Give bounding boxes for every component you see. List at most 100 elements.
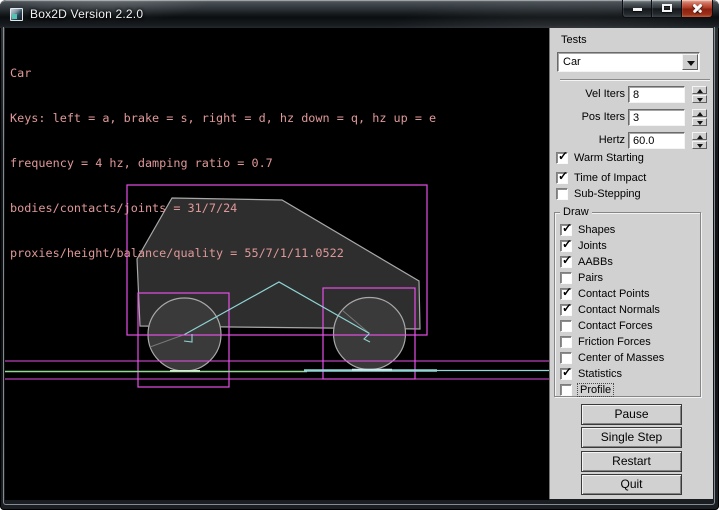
window-title: Box2D Version 2.2.0 xyxy=(30,7,143,21)
checkbox-box[interactable]: ✓ xyxy=(560,272,572,284)
checkbox-box[interactable]: ✓ xyxy=(560,304,572,316)
debug-text-overlay: Car Keys: left = a, brake = s, right = d… xyxy=(10,36,436,291)
vel-iters-row: Vel Iters 8 xyxy=(550,86,714,103)
hud-test-name: Car xyxy=(10,66,436,81)
restart-button[interactable]: Restart xyxy=(581,451,682,472)
checkbox-label: Contact Normals xyxy=(578,304,660,316)
titlebar[interactable]: Box2D Version 2.2.0 xyxy=(0,0,719,28)
check-icon: ✓ xyxy=(562,366,572,378)
check-icon: ✓ xyxy=(562,286,572,298)
checkbox-label: Joints xyxy=(578,240,607,252)
step-up-button[interactable] xyxy=(692,109,707,117)
checkbox-warm-starting[interactable]: ✓ Warm Starting xyxy=(556,151,644,164)
checkbox-box[interactable]: ✓ xyxy=(560,352,572,364)
tests-label: Tests xyxy=(561,34,587,46)
pause-button[interactable]: Pause xyxy=(581,404,682,425)
checkbox-pairs[interactable]: ✓ Pairs xyxy=(560,271,603,284)
checkbox-friction-forces[interactable]: ✓ Friction Forces xyxy=(560,335,651,348)
checkbox-aabbs[interactable]: ✓ AABBs xyxy=(560,255,613,268)
down-arrow-icon xyxy=(697,144,703,148)
pos-iters-stepper xyxy=(692,109,707,126)
checkbox-time-of-impact[interactable]: ✓ Time of Impact xyxy=(556,171,646,184)
close-icon xyxy=(691,7,704,10)
step-up-button[interactable] xyxy=(692,86,707,94)
check-icon: ✓ xyxy=(562,238,572,250)
step-down-button[interactable] xyxy=(692,118,707,126)
check-icon: ✓ xyxy=(558,170,568,182)
checkbox-sub-stepping[interactable]: ✓ Sub-Stepping xyxy=(556,187,641,200)
down-arrow-icon xyxy=(697,98,703,102)
checkbox-label: Shapes xyxy=(578,224,615,236)
step-up-button[interactable] xyxy=(692,132,707,140)
checkbox-label: Time of Impact xyxy=(574,172,646,184)
checkbox-box[interactable]: ✓ xyxy=(560,368,572,380)
checkbox-label: Center of Masses xyxy=(578,352,664,364)
test-select-dropdown[interactable]: Car xyxy=(557,52,700,72)
checkbox-label: Sub-Stepping xyxy=(574,188,641,200)
checkbox-contact-points[interactable]: ✓ Contact Points xyxy=(560,287,650,300)
checkbox-box[interactable]: ✓ xyxy=(560,256,572,268)
maximize-icon xyxy=(662,4,672,12)
down-arrow-icon xyxy=(697,121,703,125)
checkbox-label: Warm Starting xyxy=(574,152,644,164)
test-select-value: Car xyxy=(563,56,581,68)
pos-iters-input[interactable]: 3 xyxy=(628,109,685,126)
minimize-button[interactable] xyxy=(622,0,652,18)
pos-iters-row: Pos Iters 3 xyxy=(550,109,714,126)
checkbox-joints[interactable]: ✓ Joints xyxy=(560,239,607,252)
chevron-down-icon xyxy=(687,61,695,66)
control-panel: Tests Car Vel Iters 8 Pos Iters 3 xyxy=(549,28,713,499)
checkbox-label: Contact Points xyxy=(578,288,650,300)
checkbox-label: Pairs xyxy=(578,272,603,284)
checkbox-contact-normals[interactable]: ✓ Contact Normals xyxy=(560,303,660,316)
hud-body-stats: bodies/contacts/joints = 31/7/24 xyxy=(10,201,436,216)
vel-iters-label: Vel Iters xyxy=(550,86,625,103)
vel-iters-input[interactable]: 8 xyxy=(628,86,685,103)
pos-iters-label: Pos Iters xyxy=(550,109,625,126)
checkbox-box[interactable]: ✓ xyxy=(560,336,572,348)
checkbox-box[interactable]: ✓ xyxy=(560,288,572,300)
checkbox-box[interactable]: ✓ xyxy=(556,188,568,200)
vel-iters-stepper xyxy=(692,86,707,103)
check-icon: ✓ xyxy=(558,150,568,162)
close-button[interactable] xyxy=(682,0,713,18)
minimize-icon xyxy=(633,8,642,11)
simulation-canvas[interactable]: Car Keys: left = a, brake = s, right = d… xyxy=(5,28,549,500)
checkbox-label: AABBs xyxy=(578,256,613,268)
quit-button[interactable]: Quit xyxy=(581,474,682,495)
caption-buttons xyxy=(622,0,713,18)
checkbox-box[interactable]: ✓ xyxy=(560,224,572,236)
separator xyxy=(560,79,710,81)
checkbox-statistics[interactable]: ✓ Statistics xyxy=(560,367,622,380)
hertz-label: Hertz xyxy=(550,132,625,149)
up-arrow-icon xyxy=(697,112,703,116)
app-icon xyxy=(10,8,23,21)
maximize-button[interactable] xyxy=(652,0,682,18)
step-down-button[interactable] xyxy=(692,141,707,149)
checkbox-label: Friction Forces xyxy=(578,336,651,348)
checkbox-contact-forces[interactable]: ✓ Contact Forces xyxy=(560,319,653,332)
check-icon: ✓ xyxy=(562,254,572,266)
checkbox-label: Statistics xyxy=(578,368,622,380)
hud-frequency: frequency = 4 hz, damping ratio = 0.7 xyxy=(10,156,436,171)
checkbox-profile[interactable]: ✓ Profile xyxy=(560,383,613,396)
checkbox-box[interactable]: ✓ xyxy=(556,152,568,164)
single-step-button[interactable]: Single Step xyxy=(581,427,682,448)
checkbox-box[interactable]: ✓ xyxy=(560,320,572,332)
checkbox-box[interactable]: ✓ xyxy=(560,240,572,252)
checkbox-label: Contact Forces xyxy=(578,320,653,332)
checkbox-box[interactable]: ✓ xyxy=(560,384,572,396)
draw-group-box: Draw ✓ Shapes ✓ Joints ✓ AABBs ✓ Pairs ✓… xyxy=(554,212,701,397)
app-window: Box2D Version 2.2.0 xyxy=(0,0,719,510)
draw-group-label: Draw xyxy=(560,206,592,218)
step-down-button[interactable] xyxy=(692,95,707,103)
dropdown-button[interactable] xyxy=(682,54,698,70)
checkbox-label: Profile xyxy=(578,384,613,396)
checkbox-shapes[interactable]: ✓ Shapes xyxy=(560,223,615,236)
up-arrow-icon xyxy=(697,89,703,93)
check-icon: ✓ xyxy=(562,222,572,234)
checkbox-box[interactable]: ✓ xyxy=(556,172,568,184)
checkbox-center-of-masses[interactable]: ✓ Center of Masses xyxy=(560,351,664,364)
hertz-input[interactable]: 60.0 xyxy=(628,132,685,149)
hud-keys-help: Keys: left = a, brake = s, right = d, hz… xyxy=(10,111,436,126)
